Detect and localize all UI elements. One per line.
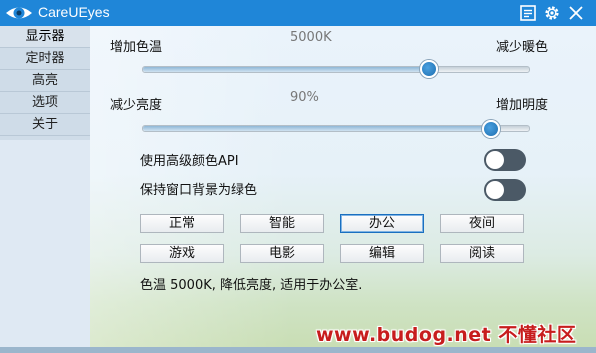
gear-icon[interactable] [542,3,562,23]
advanced-color-api-label: 使用高级颜色API [140,154,239,169]
site-watermark: www.budog.net 不懂社区 [316,324,577,346]
color-temp-slider-fill [143,67,430,72]
display-panel: 增加色温 5000K 减少暖色 减少亮度 90% 增加明度 使用高级颜色API … [90,26,596,353]
sidebar: 显示器 定时器 高亮 选项 关于 [0,26,90,140]
brightness-slider-fill [143,126,492,131]
mode-status-text: 色温 5000K, 降低亮度, 适用于办公室. [140,278,363,293]
mode-office-button[interactable]: 办公 [340,214,424,233]
app-title: CareUEyes [38,4,110,20]
mode-edit-button[interactable]: 编辑 [340,244,424,263]
title-bar[interactable]: CareUEyes [0,0,596,26]
advanced-color-api-toggle[interactable] [484,149,526,171]
careueyes-window: CareUEyes 显示器 定时器 高亮 选项 关于 增加色温 5000K 减少… [0,0,596,353]
color-temp-value: 5000K [290,30,332,45]
mode-movie-button[interactable]: 电影 [240,244,324,263]
mode-game-button[interactable]: 游戏 [140,244,224,263]
color-temp-slider[interactable] [142,66,530,73]
brightness-slider[interactable] [142,125,530,132]
mode-night-button[interactable]: 夜间 [440,214,524,233]
toggle-knob [486,181,504,199]
keep-green-bg-toggle[interactable] [484,179,526,201]
eye-icon [6,7,32,19]
taskbar-edge [0,347,596,353]
color-temp-slider-thumb[interactable] [420,60,438,78]
sidebar-item-highlight[interactable]: 高亮 [0,70,90,92]
close-icon[interactable] [566,3,586,23]
decrease-warm-label: 减少暖色 [496,40,549,55]
mode-normal-button[interactable]: 正常 [140,214,224,233]
notepad-icon[interactable] [518,3,538,23]
sidebar-item-timer[interactable]: 定时器 [0,48,90,70]
toggle-knob [486,151,504,169]
sidebar-item-display[interactable]: 显示器 [0,26,90,48]
sidebar-item-about[interactable]: 关于 [0,114,90,136]
mode-smart-button[interactable]: 智能 [240,214,324,233]
sidebar-item-options[interactable]: 选项 [0,92,90,114]
mode-reading-button[interactable]: 阅读 [440,244,524,263]
brightness-slider-thumb[interactable] [482,120,500,138]
keep-green-bg-label: 保持窗口背景为绿色 [140,183,258,198]
increase-brightness-label: 增加明度 [496,98,549,113]
brightness-value: 90% [290,90,319,105]
decrease-brightness-label: 减少亮度 [110,98,163,113]
increase-temp-label: 增加色温 [110,40,163,55]
